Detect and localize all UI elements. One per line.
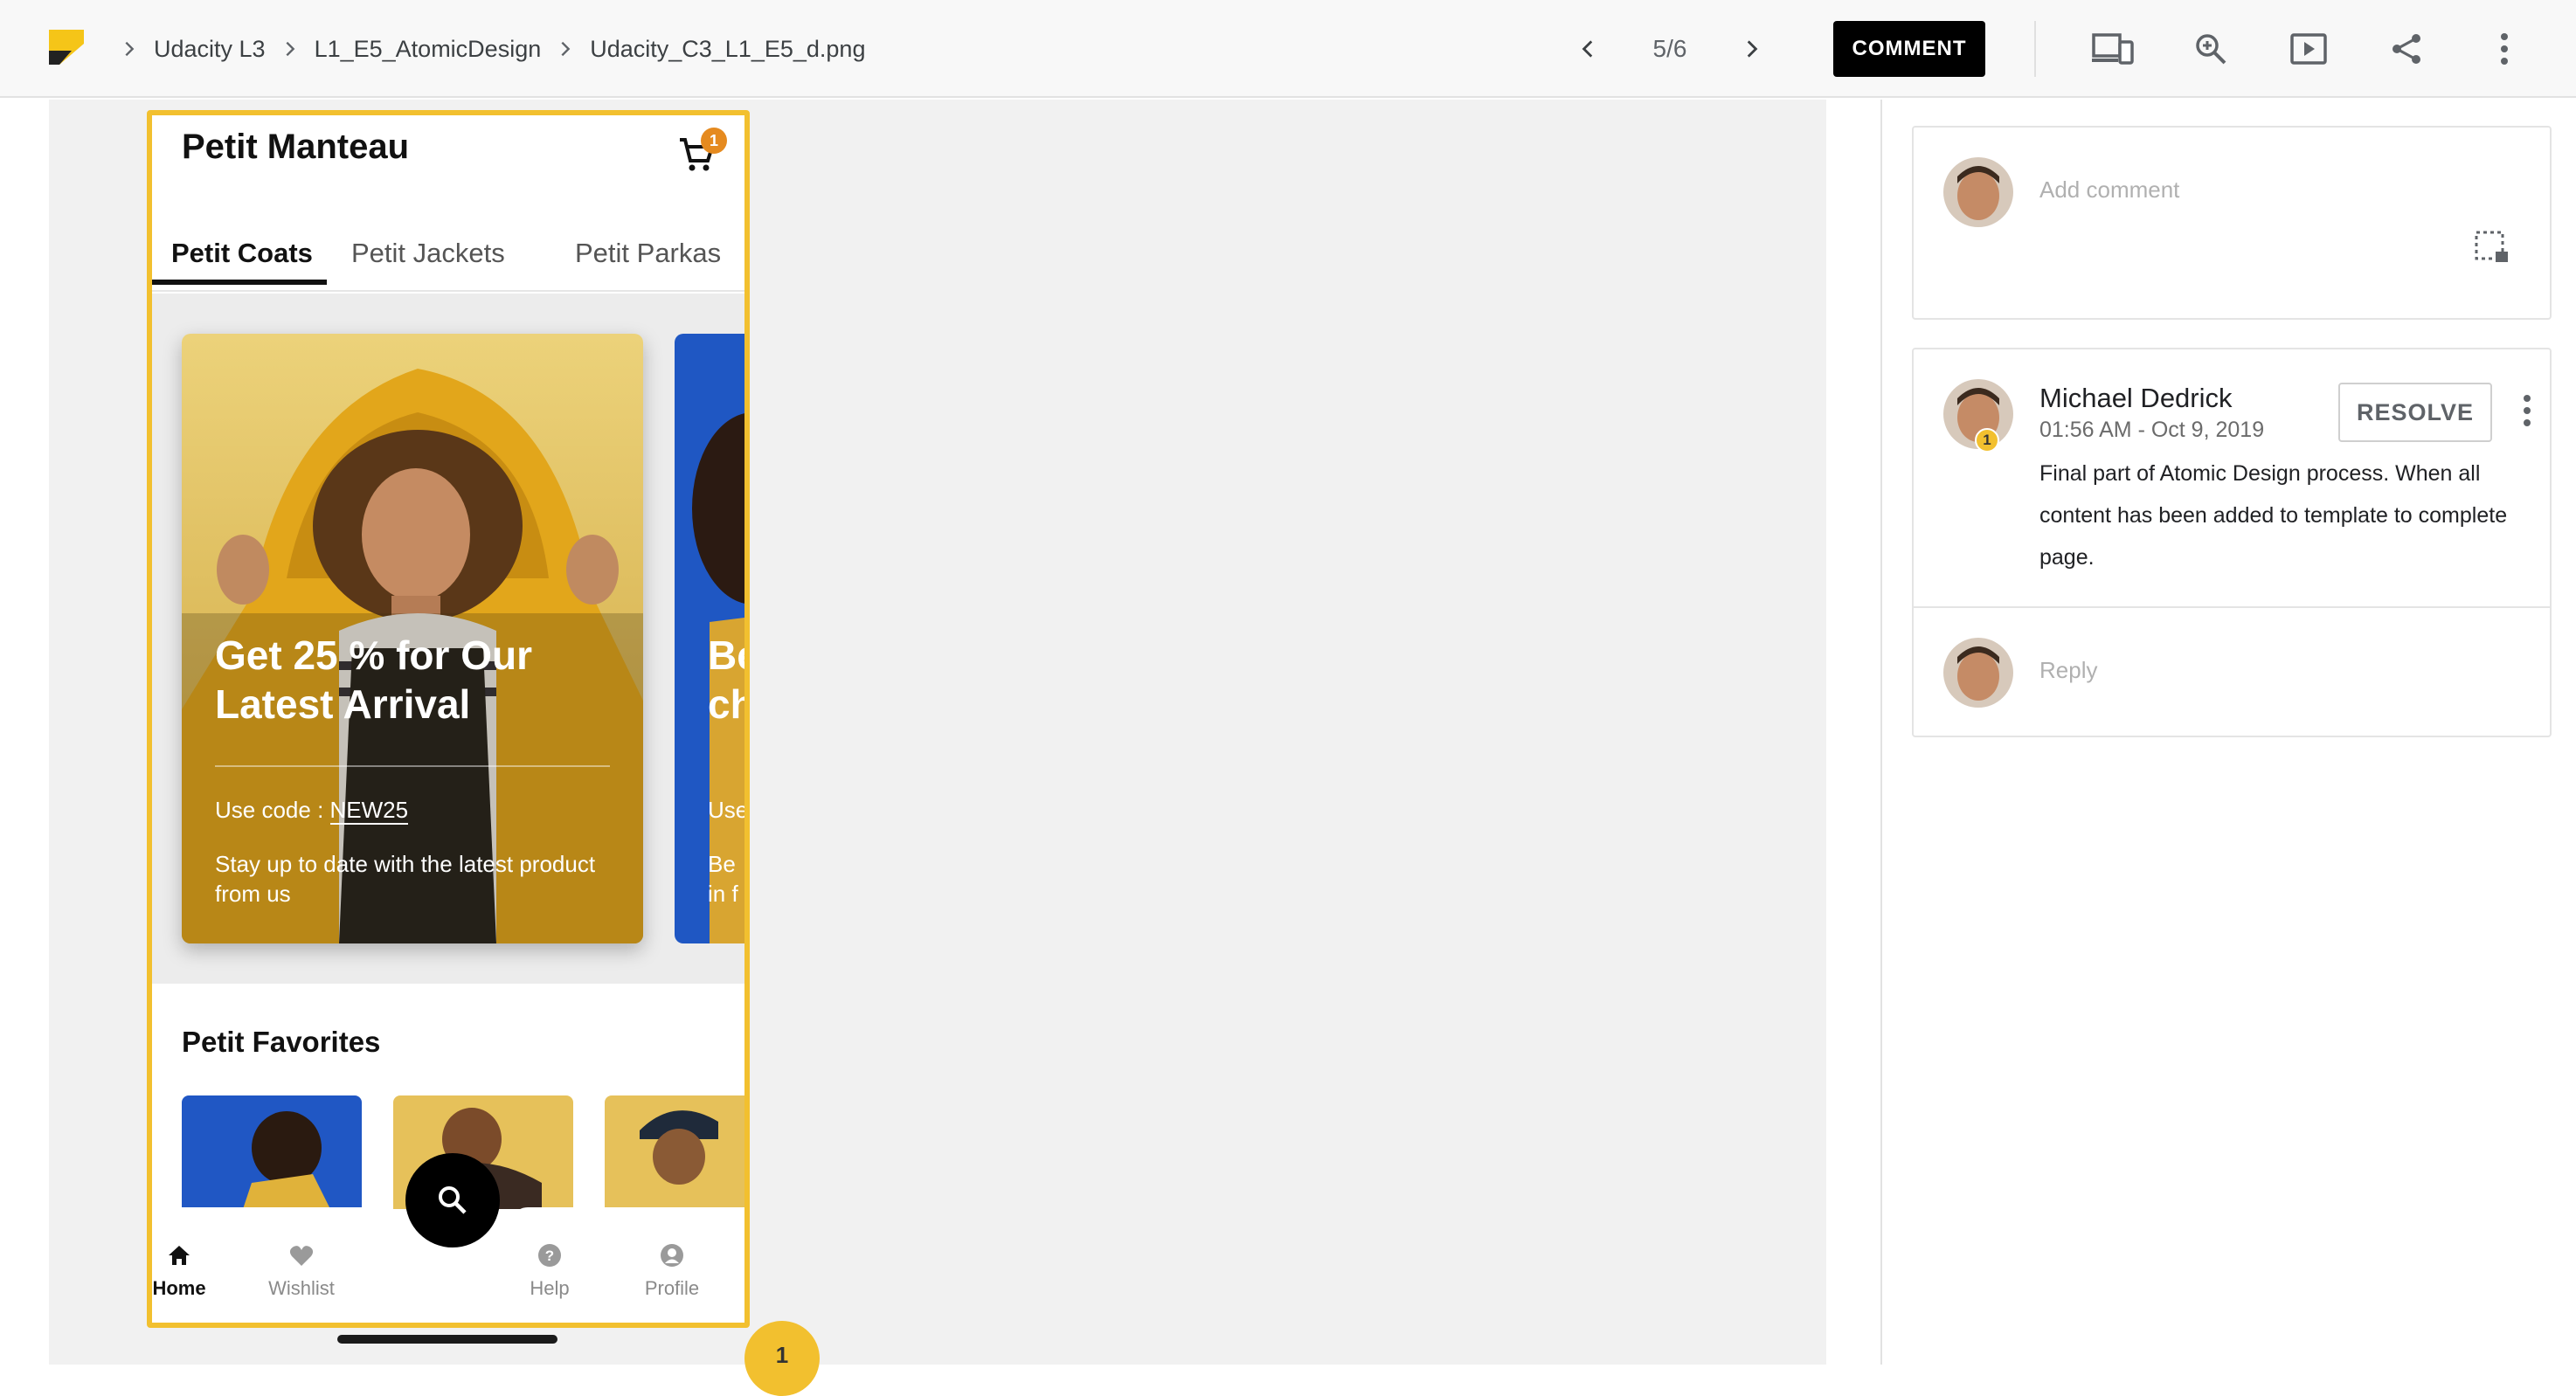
product-photo <box>605 1095 744 1209</box>
phone-mockup[interactable]: Petit Manteau 1 Petit Coats Petit Jacket… <box>147 110 750 1328</box>
svg-text:?: ? <box>545 1247 554 1264</box>
chevron-right-icon <box>105 39 154 59</box>
select-area-icon[interactable] <box>2473 229 2511 267</box>
promo-description: Be in f <box>708 849 744 909</box>
nav-profile[interactable]: Profile <box>624 1242 720 1300</box>
nav-help[interactable]: ? Help <box>502 1242 598 1300</box>
chevron-left-icon <box>1582 40 1593 58</box>
promo-code-label: Use <box>708 797 749 823</box>
nav-label: Profile <box>644 1277 700 1299</box>
breadcrumb: Udacity L3 L1_E5_AtomicDesign Udacity_C3… <box>105 0 865 98</box>
breadcrumb-item[interactable]: Udacity L3 <box>154 36 266 63</box>
promo-headline: Get 25 % for Our <box>215 632 532 678</box>
previous-screen-button[interactable] <box>1564 24 1613 73</box>
screen-pager: 5/6 <box>1564 0 1776 98</box>
zoom-in-icon <box>2196 34 2226 65</box>
chevron-right-icon <box>1747 40 1758 58</box>
promo-description-line: Be <box>708 851 736 877</box>
chevron-right-icon <box>541 39 590 59</box>
nav-home[interactable]: Home <box>152 1242 227 1300</box>
avatar-photo <box>1943 157 2013 227</box>
promo-code: Use code : NEW25 <box>215 797 409 825</box>
promo-code-label: Use code : <box>215 797 330 823</box>
more-vert-icon <box>2501 33 2508 65</box>
app-title: Petit Manteau <box>182 128 410 166</box>
avatar-photo <box>1943 638 2013 708</box>
top-bar: Udacity L3 L1_E5_AtomicDesign Udacity_C3… <box>0 0 2576 98</box>
chevron-right-icon <box>266 39 315 59</box>
favorites-title: Petit Favorites <box>182 1026 381 1058</box>
next-screen-button[interactable] <box>1727 24 1776 73</box>
devices-button[interactable] <box>2085 21 2141 77</box>
breadcrumb-item[interactable]: L1_E5_AtomicDesign <box>315 36 542 63</box>
add-comment-box[interactable]: Add comment <box>1912 126 2552 320</box>
app-logo-icon[interactable] <box>49 30 84 65</box>
avatar <box>1943 638 2013 708</box>
toolbar-divider <box>2034 21 2036 77</box>
home-indicator <box>337 1335 557 1344</box>
comment-number-badge: 1 <box>1975 428 1999 453</box>
promo-description-line: in f <box>708 881 738 907</box>
favorite-product[interactable] <box>605 1095 744 1209</box>
tab-petit-jackets[interactable]: Petit Jackets <box>351 218 505 288</box>
resolve-button[interactable]: RESOLVE <box>2338 383 2492 442</box>
more-vert-icon[interactable] <box>2518 393 2536 428</box>
comment-button[interactable]: COMMENT <box>1833 21 1985 77</box>
present-button[interactable] <box>2281 21 2337 77</box>
canvas-margin <box>1826 100 1880 1365</box>
comment-thread: 1 Michael Dedrick 01:56 AM - Oct 9, 2019… <box>1912 348 2552 737</box>
zoom-button[interactable] <box>2183 21 2239 77</box>
promo-card[interactable]: Be ch Use Be in f <box>675 334 749 943</box>
profile-icon <box>661 1244 683 1267</box>
panel-divider <box>1880 100 1882 1365</box>
avatar <box>1943 157 2013 227</box>
promo-description: Stay up to date with the latest product … <box>215 851 596 907</box>
reply-input[interactable]: Reply <box>2039 657 2097 684</box>
home-icon <box>169 1246 190 1265</box>
comment-pin[interactable]: 1 <box>744 1321 820 1396</box>
promo-code-value: NEW25 <box>329 797 409 825</box>
comment-author: Michael Dedrick <box>2039 383 2233 413</box>
nav-wishlist[interactable]: Wishlist <box>253 1242 350 1300</box>
product-photo <box>182 1095 362 1209</box>
favorite-product[interactable] <box>182 1095 362 1209</box>
help-icon: ? <box>538 1244 561 1267</box>
search-icon <box>439 1186 467 1214</box>
screen-counter: 5/6 <box>1652 35 1687 62</box>
tab-petit-parkas[interactable]: Petit Parkas <box>575 218 721 288</box>
present-icon <box>2290 33 2327 65</box>
cart-badge: 1 <box>701 128 727 154</box>
tab-petit-coats[interactable]: Petit Coats <box>171 218 313 288</box>
promo-headline: Be <box>708 632 744 678</box>
share-icon <box>2392 34 2420 64</box>
promo-card[interactable]: Get 25 % for Our Latest Arrival Use code… <box>182 334 643 943</box>
nav-label: Help <box>530 1277 570 1299</box>
search-fab[interactable] <box>405 1153 500 1247</box>
nav-label: Wishlist <box>268 1277 335 1299</box>
breadcrumb-current: Udacity_C3_L1_E5_d.png <box>590 35 866 62</box>
heart-icon <box>289 1246 314 1266</box>
active-tab-indicator <box>152 280 327 285</box>
comment-body: Final part of Atomic Design process. Whe… <box>2039 461 2508 570</box>
promo-divider <box>215 765 610 767</box>
add-comment-input[interactable]: Add comment <box>2039 176 2179 204</box>
nav-label: Home <box>152 1277 206 1299</box>
share-button[interactable] <box>2379 21 2434 77</box>
more-button[interactable] <box>2476 21 2532 77</box>
devices-icon <box>2092 33 2134 65</box>
promo-headline: Latest Arrival <box>215 681 471 727</box>
comment-timestamp: 01:56 AM - Oct 9, 2019 <box>2039 418 2265 442</box>
reply-divider <box>1914 606 2550 608</box>
promo-headline: ch <box>708 681 744 727</box>
